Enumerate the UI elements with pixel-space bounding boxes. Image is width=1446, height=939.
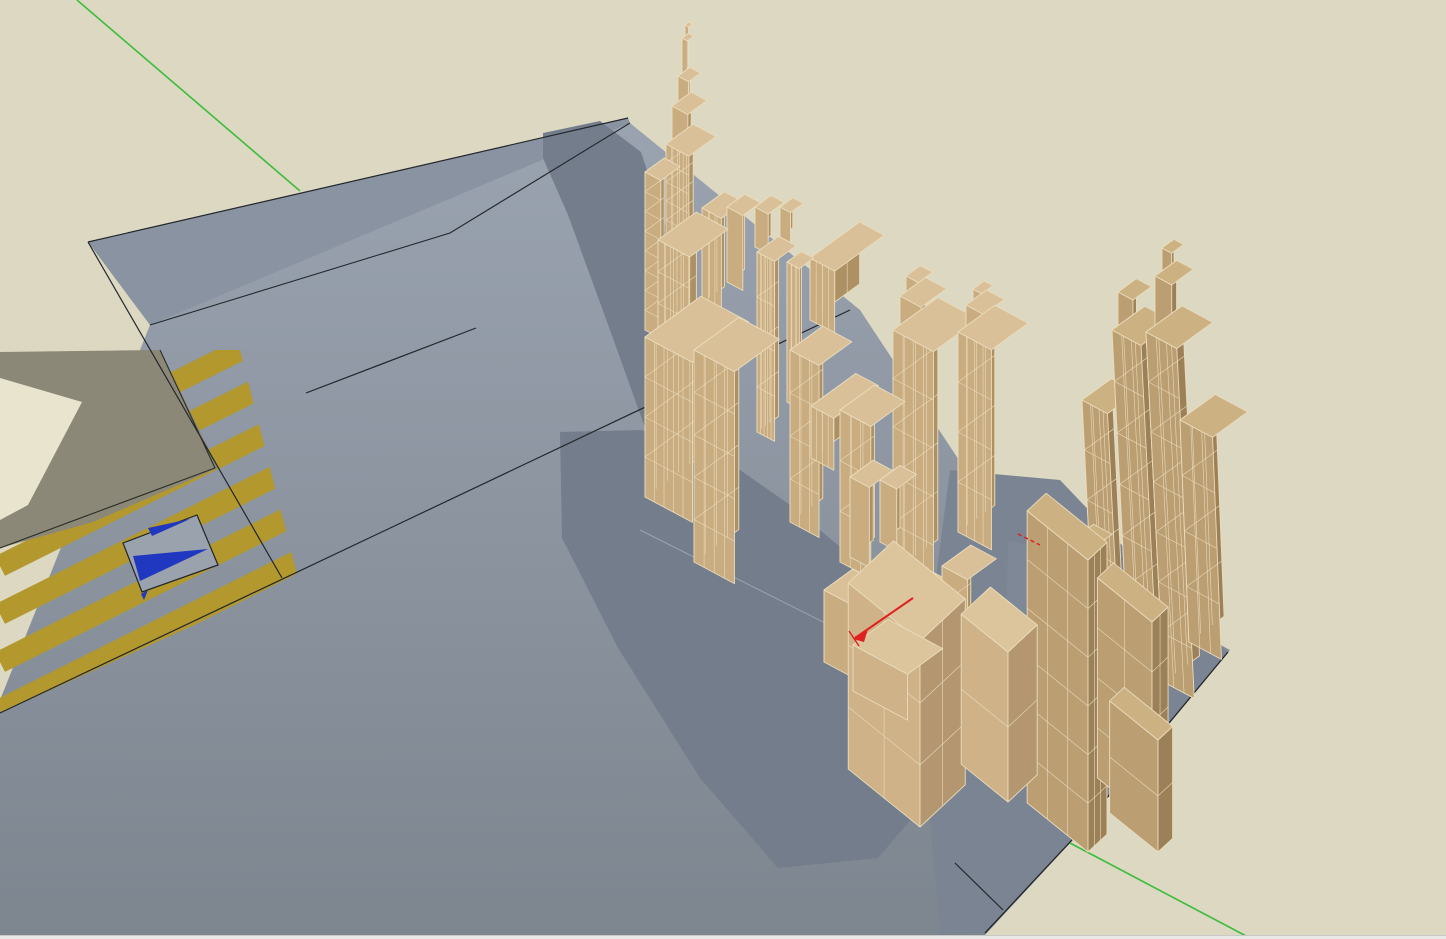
bldg-rb-tower[interactable] [1027,493,1107,852]
bldg-cube-a-face-b [850,477,869,567]
bldg-fill-a-face-b [824,590,849,675]
bldg-cube-b-face-b [880,480,897,551]
window-bottom-edge [0,935,1446,939]
3d-viewport[interactable] [0,0,1446,939]
model-scene-canvas[interactable] [0,0,1446,939]
bldg-far-b-face-b [780,207,791,243]
bldg-front-right[interactable] [961,587,1037,802]
bldg-back-b-face-b [727,207,743,290]
